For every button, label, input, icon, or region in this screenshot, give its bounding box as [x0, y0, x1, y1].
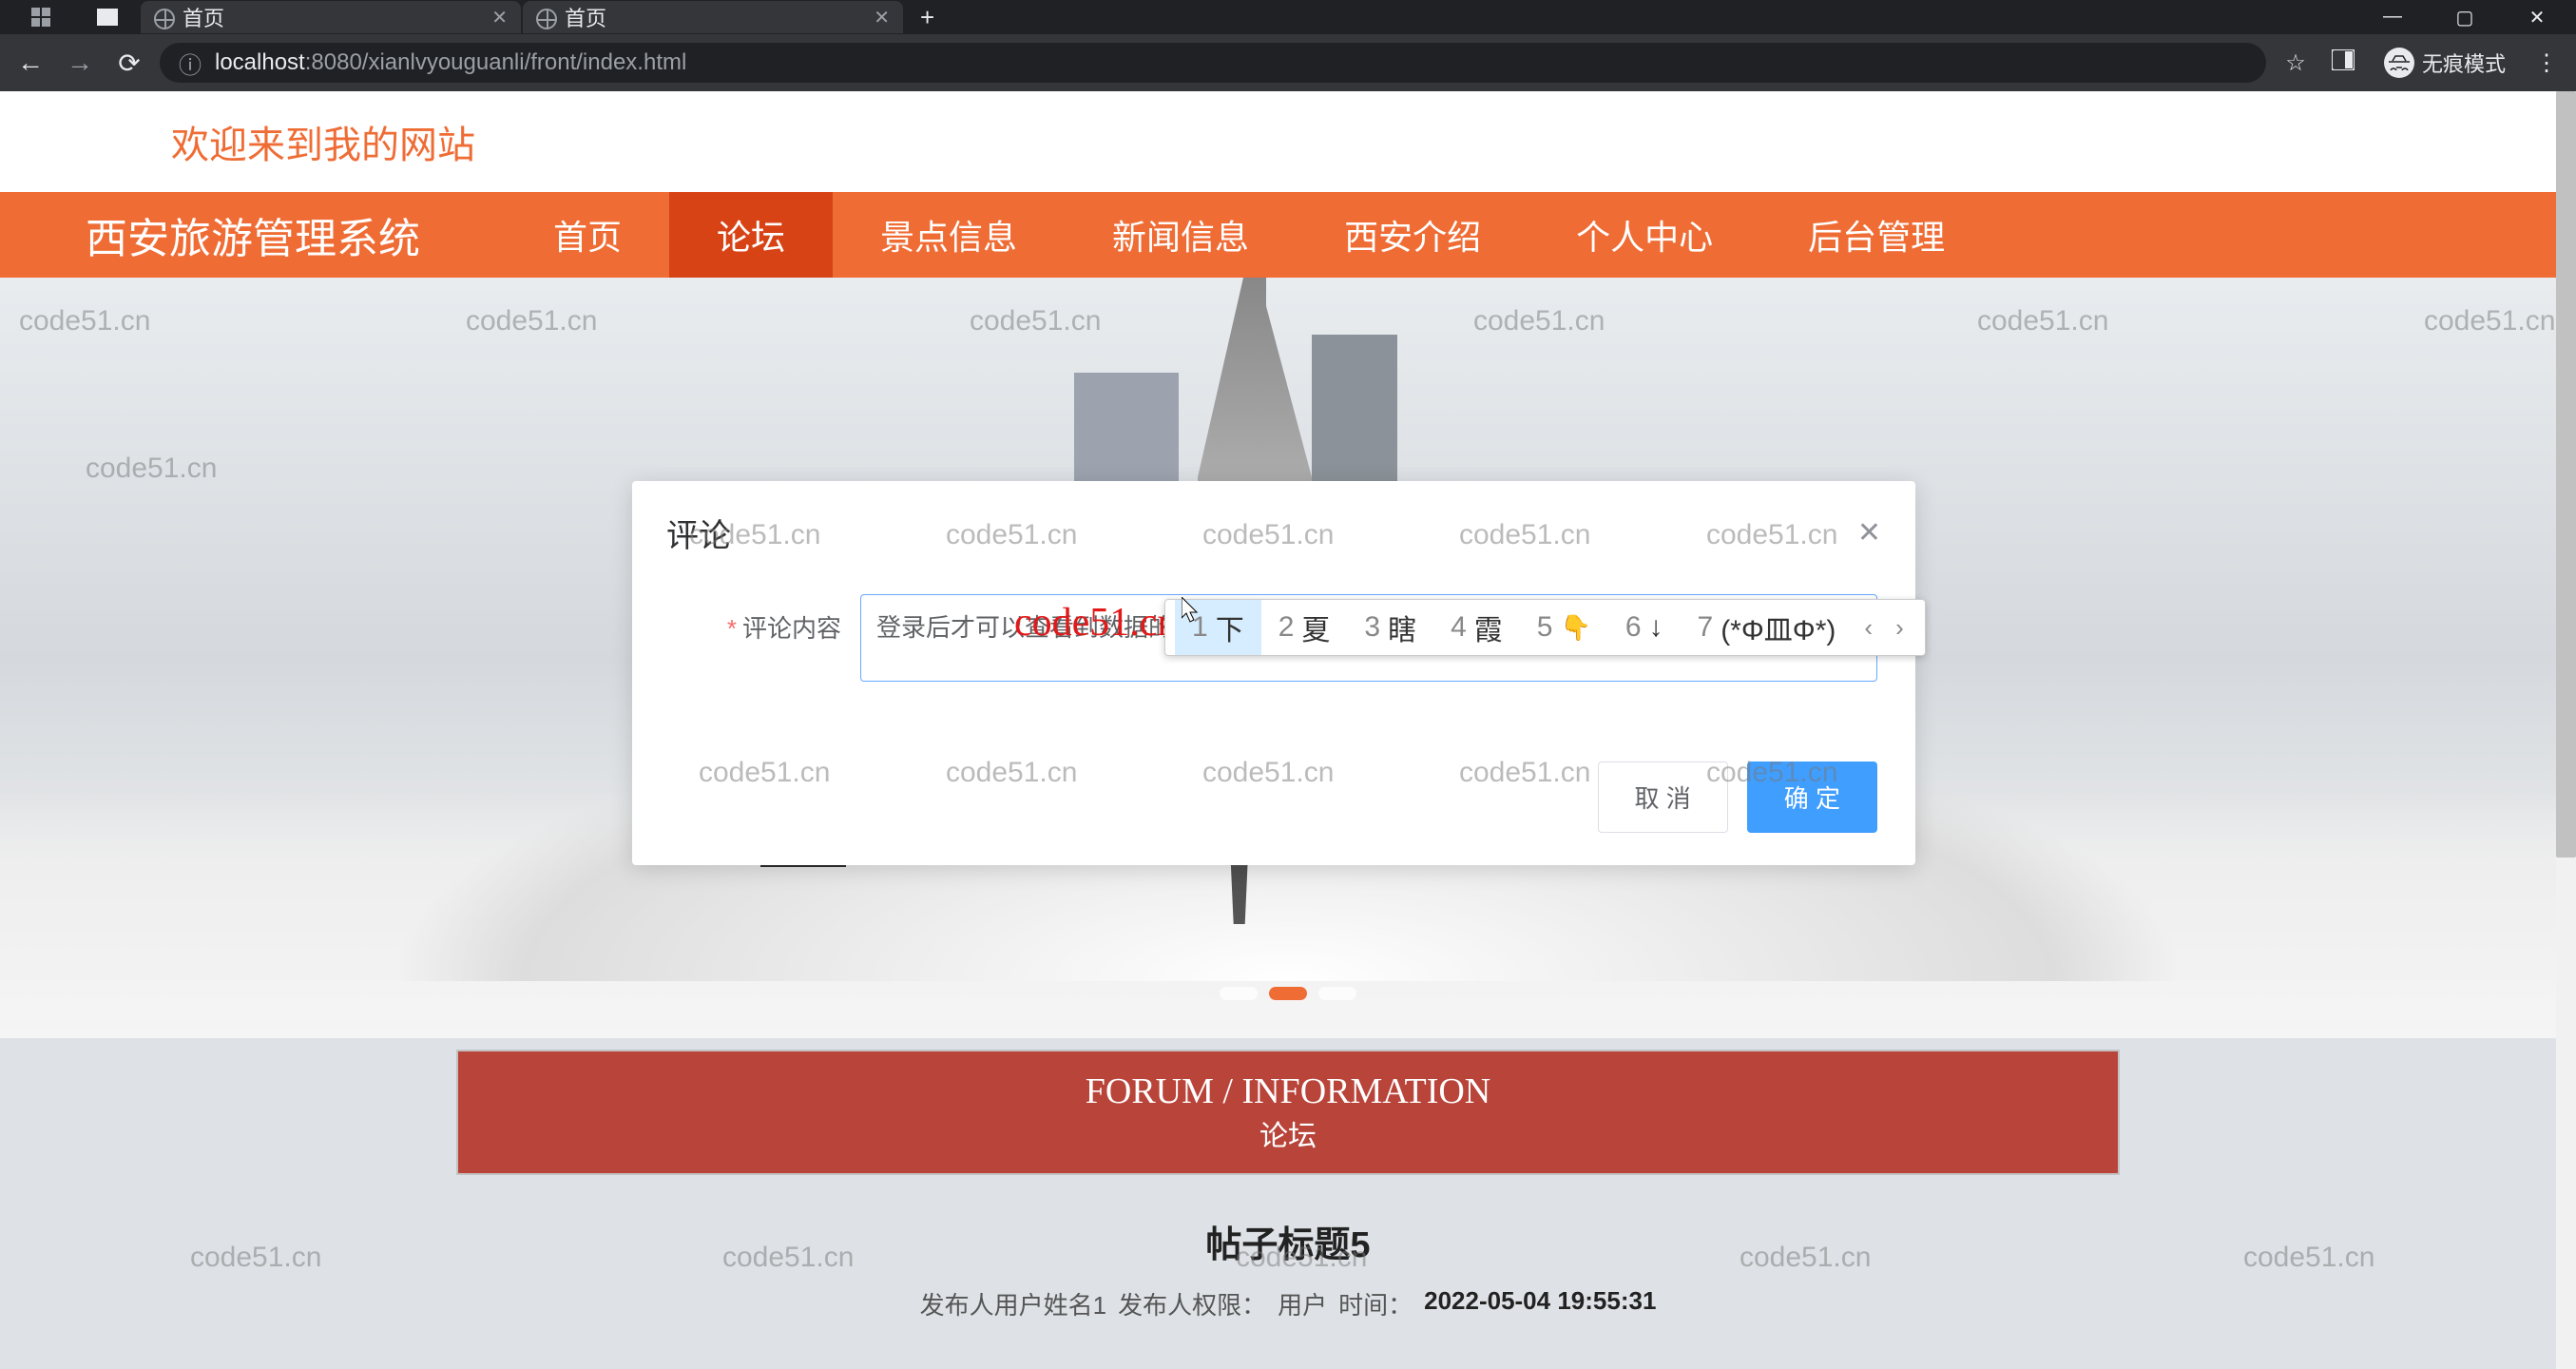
ime-candidate-3[interactable]: 3 瞎	[1347, 600, 1433, 655]
browser-titlebar: 首页 ✕ 首页 ✕ + — ▢ ✕	[0, 0, 2576, 34]
ime-prev-icon[interactable]: ‹	[1853, 613, 1884, 643]
ime-candidate-6[interactable]: 6 ↓	[1608, 600, 1681, 655]
url-host: localhost	[215, 49, 305, 75]
ime-next-icon[interactable]: ›	[1884, 613, 1915, 643]
ime-candidate-5[interactable]: 5 👇	[1520, 600, 1608, 655]
close-window-icon[interactable]: ✕	[2515, 6, 2559, 29]
page-scrollbar[interactable]	[2556, 91, 2576, 1369]
tab-strip: 首页 ✕ 首页 ✕ +	[8, 0, 950, 34]
minimize-icon[interactable]: —	[2371, 6, 2414, 29]
panel-icon[interactable]	[2325, 49, 2361, 77]
new-tab-button[interactable]: +	[905, 3, 950, 32]
browser-tab-1[interactable]: 首页 ✕	[141, 1, 521, 33]
browser-toolbar: ← → ⟳ ⓘ localhost:8080/xianlvyouguanli/f…	[0, 34, 2576, 91]
star-icon[interactable]: ☆	[2278, 49, 2314, 77]
address-bar[interactable]: ⓘ localhost:8080/xianlvyouguanli/front/i…	[160, 43, 2266, 83]
ime-candidate-7[interactable]: 7 (*Φ皿Φ*)	[1681, 600, 1854, 655]
back-icon[interactable]: ←	[11, 48, 49, 78]
required-mark: *	[727, 614, 737, 643]
tab-title: 首页	[565, 2, 862, 32]
window-tab[interactable]	[74, 4, 141, 30]
url-path: /xianlvyouguanli/front/index.html	[362, 49, 687, 75]
comment-modal: 评论 ✕ *评论内容 code51.cn code51.cn code51.cn…	[632, 481, 1915, 865]
ime-candidate-4[interactable]: 4 霞	[1433, 600, 1520, 655]
close-icon[interactable]: ✕	[491, 6, 508, 29]
reload-icon[interactable]: ⟳	[110, 48, 148, 79]
more-icon[interactable]: ⋮	[2528, 49, 2565, 77]
info-icon[interactable]: ⓘ	[179, 47, 202, 80]
incognito-badge[interactable]: 无痕模式	[2373, 48, 2517, 78]
incognito-label: 无痕模式	[2422, 48, 2506, 78]
field-label: *评论内容	[670, 594, 841, 645]
browser-tab-2[interactable]: 首页 ✕	[523, 1, 903, 33]
close-icon[interactable]: ✕	[1857, 516, 1881, 550]
incognito-icon	[2384, 48, 2414, 78]
window-switcher[interactable]	[8, 4, 74, 30]
globe-icon	[536, 9, 553, 26]
tab-title: 首页	[183, 2, 480, 32]
window-controls: — ▢ ✕	[2371, 6, 2568, 29]
ime-candidate-2[interactable]: 2 夏	[1261, 600, 1348, 655]
modal-backdrop: 评论 ✕ *评论内容 code51.cn code51.cn code51.cn…	[0, 91, 2556, 1369]
globe-icon	[154, 9, 171, 26]
maximize-icon[interactable]: ▢	[2443, 6, 2487, 29]
close-icon[interactable]: ✕	[874, 6, 890, 29]
forward-icon[interactable]: →	[61, 48, 99, 78]
ime-candidate-1[interactable]: 1 下	[1175, 600, 1261, 655]
scrollbar-thumb[interactable]	[2556, 91, 2576, 858]
ime-candidate-bar: 1 下 2 夏 3 瞎 4 霞 5 👇 6 ↓ 7 (*Φ皿Φ*) ‹ ›	[1164, 599, 1926, 656]
url-port: :8080	[305, 49, 362, 75]
